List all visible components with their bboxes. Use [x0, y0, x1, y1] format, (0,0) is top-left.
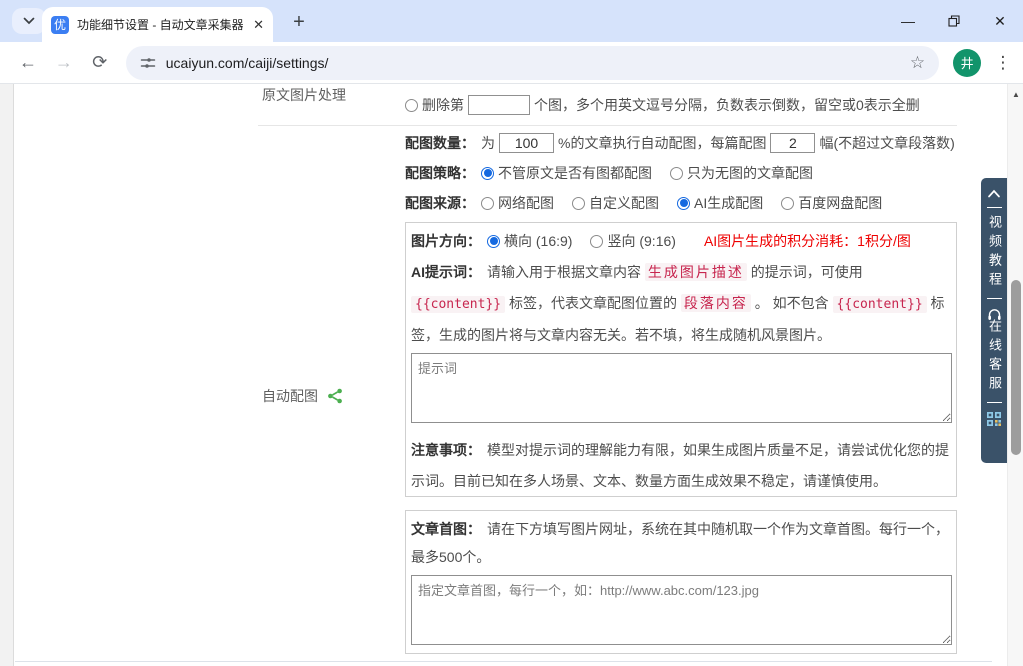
site-info-tune-icon[interactable] — [140, 55, 156, 71]
video-tutorial-button[interactable]: 视频教程 — [981, 215, 1007, 291]
browser-menu-icon[interactable]: ⋮ — [993, 53, 1013, 73]
first-image-description: 文章首图：请在下方填写图片网址，系统在其中随机取一个作为文章首图。每行一个，最多… — [411, 515, 951, 571]
reload-icon[interactable]: ⟳ — [87, 50, 113, 76]
delete-option-suffix: 个图，多个用英文逗号分隔，负数表示倒数，留空或0表示全删 — [534, 95, 920, 115]
browser-toolbar: ← → ⟳ ucaiyun.com/caiji/settings/ ☆ 井 ⋮ — [0, 42, 1023, 84]
radio-circle-icon[interactable] — [670, 167, 683, 180]
delete-image-option: 删除第 个图，多个用英文逗号分隔，负数表示倒数，留空或0表示全删 — [405, 94, 920, 116]
inline-highlight: 生成图片描述 — [645, 263, 747, 281]
image-direction-label: 图片方向： — [411, 231, 481, 251]
close-window-button[interactable]: ✕ — [977, 0, 1023, 42]
panel-divider — [987, 402, 1002, 403]
new-tab-button[interactable]: + — [286, 9, 312, 35]
radio-strategy-always[interactable]: 不管原文是否有图都配图 — [481, 163, 652, 183]
percent-input[interactable] — [499, 133, 554, 153]
back-to-top-icon[interactable] — [987, 189, 1001, 198]
radio-source-baidu-pan[interactable]: 百度网盘配图 — [781, 193, 882, 213]
image-strategy-label: 配图策略： — [405, 163, 475, 183]
radio-delete-nth-image[interactable]: 删除第 — [405, 95, 464, 115]
first-image-box: 文章首图：请在下方填写图片网址，系统在其中随机取一个作为文章首图。每行一个，最多… — [405, 510, 957, 654]
panel-divider — [987, 207, 1002, 208]
notes-label: 注意事项： — [411, 442, 481, 458]
browser-tab[interactable]: 优 功能细节设置 - 自动文章采集器 ✕ — [42, 7, 273, 42]
row-label-source-image-handling: 原文图片处理 — [262, 85, 346, 105]
radio-circle-icon[interactable] — [481, 197, 494, 210]
chevron-down-icon — [23, 17, 35, 25]
row-label-auto-image: 自动配图 — [262, 386, 343, 406]
scroll-up-arrow-icon[interactable]: ▲ — [1008, 90, 1023, 99]
tab-search-button[interactable] — [12, 8, 46, 34]
inline-highlight: 段落内容 — [681, 294, 751, 312]
floating-side-panel: 视频教程 在线客服 — [981, 178, 1007, 463]
minimize-button[interactable]: — — [885, 0, 931, 42]
share-icon[interactable] — [327, 388, 343, 404]
forward-icon[interactable]: → — [51, 50, 77, 76]
section-divider — [15, 661, 992, 662]
url-text[interactable]: ucaiyun.com/caiji/settings/ — [166, 55, 329, 71]
qr-code-icon[interactable] — [987, 412, 1001, 426]
credit-cost-note: AI图片生成的积分消耗：1积分/图 — [704, 231, 911, 251]
image-strategy-row: 配图策略： 不管原文是否有图都配图 只为无图的文章配图 — [405, 162, 831, 184]
window-controls: — ✕ — [885, 0, 1023, 42]
tab-title: 功能细节设置 - 自动文章采集器 — [77, 16, 243, 33]
radio-circle-icon[interactable] — [572, 197, 585, 210]
first-image-label: 文章首图： — [411, 521, 481, 537]
page-scrollbar[interactable]: ▲ — [1007, 84, 1023, 666]
image-source-label: 配图来源： — [405, 193, 475, 213]
inline-code-content-tag: {{content}} — [833, 296, 927, 313]
image-count-row: 配图数量： 为 %的文章执行自动配图，每篇配图 幅(不超过文章段落数) — [405, 132, 955, 154]
inline-code-content-tag: {{content}} — [411, 296, 505, 313]
radio-source-web[interactable]: 网络配图 — [481, 193, 554, 213]
left-gutter — [0, 84, 14, 666]
browser-titlebar: 优 功能细节设置 - 自动文章采集器 ✕ + — ✕ — [0, 0, 1023, 42]
scrollbar-thumb[interactable] — [1011, 280, 1021, 455]
profile-avatar[interactable]: 井 — [953, 49, 981, 77]
image-source-row: 配图来源： 网络配图 自定义配图 AI生成配图 百度网盘配图 — [405, 192, 900, 214]
page-content: 原文图片处理 删除第 个图，多个用英文逗号分隔，负数表示倒数，留空或0表示全删 … — [0, 84, 1023, 666]
ai-prompt-description: AI提示词：请输入用于根据文章内容 生成图片描述 的提示词，可使用 {{cont… — [411, 257, 951, 351]
radio-circle-icon[interactable] — [487, 235, 500, 248]
radio-source-ai[interactable]: AI生成配图 — [677, 193, 763, 213]
radio-direction-portrait[interactable]: 竖向 (9:16) — [590, 231, 675, 251]
notes-paragraph: 注意事项：模型对提示词的理解能力有限，如果生成图片质量不足，请尝试优化您的提示词… — [411, 435, 951, 497]
online-support-button[interactable]: 在线客服 — [981, 319, 1007, 395]
delete-image-index-input[interactable] — [468, 95, 530, 115]
radio-circle-icon[interactable] — [781, 197, 794, 210]
radio-source-custom[interactable]: 自定义配图 — [572, 193, 659, 213]
row-divider — [258, 125, 957, 126]
bookmark-star-icon[interactable]: ☆ — [910, 53, 925, 73]
site-favicon-icon: 优 — [51, 16, 69, 34]
radio-circle-icon[interactable] — [481, 167, 494, 180]
radio-circle-icon[interactable] — [677, 197, 690, 210]
ai-prompt-label: AI提示词： — [411, 264, 481, 280]
back-icon[interactable]: ← — [15, 50, 41, 76]
ai-prompt-textarea[interactable] — [411, 353, 952, 423]
image-direction-row: 图片方向： 横向 (16:9) 竖向 (9:16) AI图片生成的积分消耗：1积… — [411, 231, 951, 251]
radio-strategy-only-no-image[interactable]: 只为无图的文章配图 — [670, 163, 813, 183]
radio-circle-icon[interactable] — [590, 235, 603, 248]
restore-icon — [948, 15, 960, 27]
image-count-label: 配图数量： — [405, 133, 475, 153]
ai-generation-box: 图片方向： 横向 (16:9) 竖向 (9:16) AI图片生成的积分消耗：1积… — [405, 222, 957, 497]
panel-divider — [987, 298, 1002, 299]
radio-direction-landscape[interactable]: 横向 (16:9) — [487, 231, 572, 251]
first-image-urls-textarea[interactable] — [411, 575, 952, 645]
address-bar[interactable]: ucaiyun.com/caiji/settings/ ☆ — [126, 46, 939, 80]
tab-close-icon[interactable]: ✕ — [253, 17, 264, 33]
images-per-article-input[interactable] — [770, 133, 815, 153]
restore-button[interactable] — [931, 0, 977, 42]
radio-circle-icon[interactable] — [405, 99, 418, 112]
